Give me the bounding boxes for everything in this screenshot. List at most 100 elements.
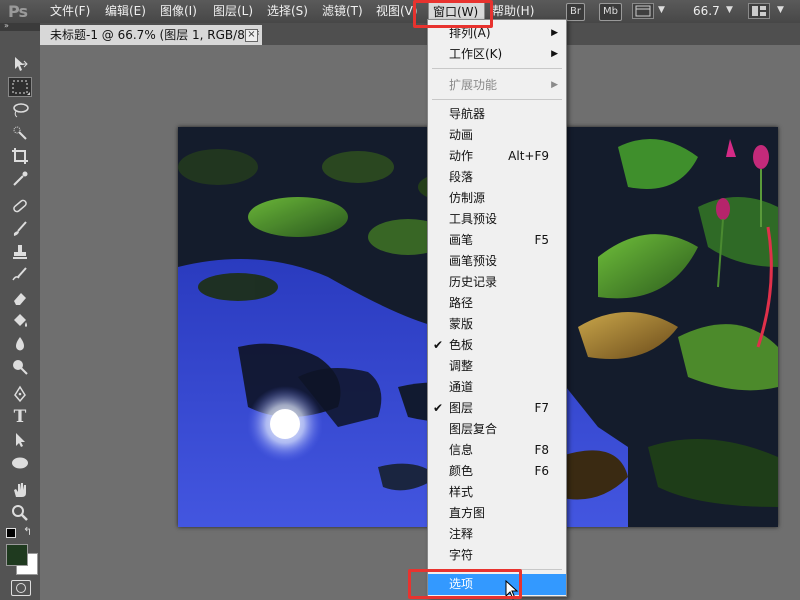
menu-item-navigator[interactable]: 导航器 [428, 104, 566, 125]
pen-tool-icon[interactable] [8, 384, 32, 404]
menu-item-actions[interactable]: 动作 Alt+F9 [428, 146, 566, 167]
crop-tool-icon[interactable] [8, 146, 32, 166]
menu-item-swatches[interactable]: ✔ 色板 [428, 335, 566, 356]
menu-item-label: 直方图 [449, 506, 486, 520]
menu-item-shortcut: F5 [534, 233, 549, 247]
blur-tool-icon[interactable] [8, 334, 32, 354]
submenu-arrow-icon: ▶ [551, 49, 558, 59]
screen-mode-dropdown-icon[interactable]: ▼ [777, 5, 784, 15]
bridge-button[interactable]: Br [566, 3, 585, 21]
menu-item-extensions: 扩展功能 ▶ [428, 75, 566, 96]
paint-bucket-tool-icon[interactable] [8, 311, 32, 331]
menu-item-brush[interactable]: 画笔 F5 [428, 230, 566, 251]
menu-item-label: 通道 [449, 380, 474, 394]
menu-item-label: 扩展功能 [449, 78, 498, 92]
default-colors-icon[interactable] [6, 528, 16, 538]
menu-edit[interactable]: 编辑(E) [101, 0, 150, 23]
menu-item-label: 动画 [449, 128, 474, 142]
mini-bridge-button[interactable]: Mb [599, 3, 622, 21]
menu-item-channels[interactable]: 通道 [428, 377, 566, 398]
clone-stamp-tool-icon[interactable] [8, 242, 32, 262]
menu-separator [432, 99, 562, 100]
submenu-arrow-icon: ▶ [551, 28, 558, 38]
menu-item-histogram[interactable]: 直方图 [428, 503, 566, 524]
menu-item-label: 动作 [449, 149, 474, 163]
menu-item-info[interactable]: 信息 F8 [428, 440, 566, 461]
view-extras-icon[interactable] [632, 3, 654, 19]
brush-tool-icon[interactable] [8, 219, 32, 239]
menu-item-label: 调整 [449, 359, 474, 373]
history-brush-tool-icon[interactable] [8, 265, 32, 285]
menu-item-character[interactable]: 字符 [428, 545, 566, 566]
window-menu-highlight [413, 0, 493, 28]
menu-item-styles[interactable]: 样式 [428, 482, 566, 503]
menu-layer[interactable]: 图层(L) [209, 0, 257, 23]
menu-image[interactable]: 图像(I) [156, 0, 201, 23]
menu-item-label: 图层复合 [449, 422, 498, 436]
menu-item-label: 样式 [449, 485, 474, 499]
eraser-tool-icon[interactable] [8, 288, 32, 308]
quick-select-tool-icon[interactable] [8, 123, 32, 143]
menu-item-label: 导航器 [449, 107, 486, 121]
chevron-down-icon[interactable]: ▼ [658, 5, 665, 15]
arrange-documents-icon[interactable] [748, 3, 770, 19]
menu-item-label: 工作区(K) [449, 47, 503, 61]
menu-item-workspace[interactable]: 工作区(K) ▶ [428, 44, 566, 65]
menu-item-layer-comps[interactable]: 图层复合 [428, 419, 566, 440]
menu-item-adjustments[interactable]: 调整 [428, 356, 566, 377]
menu-select[interactable]: 选择(S) [263, 0, 312, 23]
menu-item-color[interactable]: 颜色 F6 [428, 461, 566, 482]
menu-item-label: 排列(A) [449, 26, 491, 40]
document-tab-title: 未标题-1 @ 66.7% (图层 1, RGB/8) * [50, 28, 260, 42]
menu-file[interactable]: 文件(F) [46, 0, 94, 23]
checkmark-icon: ✔ [433, 338, 444, 352]
lasso-tool-icon[interactable] [8, 100, 32, 120]
document-tab[interactable]: 未标题-1 @ 66.7% (图层 1, RGB/8) * × [40, 25, 262, 45]
menu-item-shortcut: F8 [534, 443, 549, 457]
dodge-tool-icon[interactable] [8, 357, 32, 377]
menu-item-paragraph[interactable]: 段落 [428, 167, 566, 188]
quick-mask-icon[interactable] [11, 580, 31, 596]
menu-bar: Ps 文件(F) 编辑(E) 图像(I) 图层(L) 选择(S) 滤镜(T) 视… [0, 0, 800, 24]
menu-item-label: 历史记录 [449, 275, 498, 289]
menu-separator [432, 68, 562, 69]
close-icon[interactable]: × [245, 29, 258, 42]
menu-item-label: 路径 [449, 296, 474, 310]
menu-item-label: 画笔 [449, 233, 474, 247]
menu-item-tool-presets[interactable]: 工具预设 [428, 209, 566, 230]
menu-filter[interactable]: 滤镜(T) [318, 0, 367, 23]
menu-item-clone-source[interactable]: 仿制源 [428, 188, 566, 209]
toolbox: » T ↰ [0, 21, 41, 600]
hand-tool-icon[interactable] [8, 480, 32, 500]
double-arrow-icon[interactable]: » [4, 21, 9, 30]
move-tool-icon[interactable] [8, 54, 32, 74]
menu-item-label: 仿制源 [449, 191, 486, 205]
menu-item-brush-presets[interactable]: 画笔预设 [428, 251, 566, 272]
menu-item-history[interactable]: 历史记录 [428, 272, 566, 293]
menu-item-layers[interactable]: ✔ 图层 F7 [428, 398, 566, 419]
healing-brush-tool-icon[interactable] [8, 196, 32, 216]
options-item-highlight [408, 569, 522, 599]
eyedropper-tool-icon[interactable] [8, 169, 32, 189]
zoom-level[interactable]: 66.7 [693, 0, 720, 23]
menu-item-label: 色板 [449, 338, 474, 352]
menu-item-shortcut: F7 [534, 401, 549, 415]
menu-item-notes[interactable]: 注释 [428, 524, 566, 545]
menu-item-label: 注释 [449, 527, 474, 541]
type-tool-icon[interactable]: T [8, 407, 32, 427]
menu-item-masks[interactable]: 蒙版 [428, 314, 566, 335]
menu-item-animation[interactable]: 动画 [428, 125, 566, 146]
window-menu-dropdown: 排列(A) ▶ 工作区(K) ▶ 扩展功能 ▶ 导航器 动画 动作 Alt+F9… [427, 19, 567, 597]
menu-item-label: 图层 [449, 401, 474, 415]
swap-colors-icon[interactable]: ↰ [23, 525, 32, 538]
zoom-dropdown-icon[interactable]: ▼ [726, 5, 733, 15]
path-selection-tool-icon[interactable] [8, 430, 32, 450]
menu-item-paths[interactable]: 路径 [428, 293, 566, 314]
menu-item-label: 蒙版 [449, 317, 474, 331]
ellipse-tool-icon[interactable] [8, 453, 32, 473]
marquee-tool-icon[interactable] [8, 77, 32, 97]
toolbox-collapse-handle[interactable]: » [0, 21, 40, 31]
menu-item-label: 段落 [449, 170, 474, 184]
zoom-tool-icon[interactable] [8, 503, 32, 523]
foreground-color-swatch[interactable] [6, 544, 28, 566]
